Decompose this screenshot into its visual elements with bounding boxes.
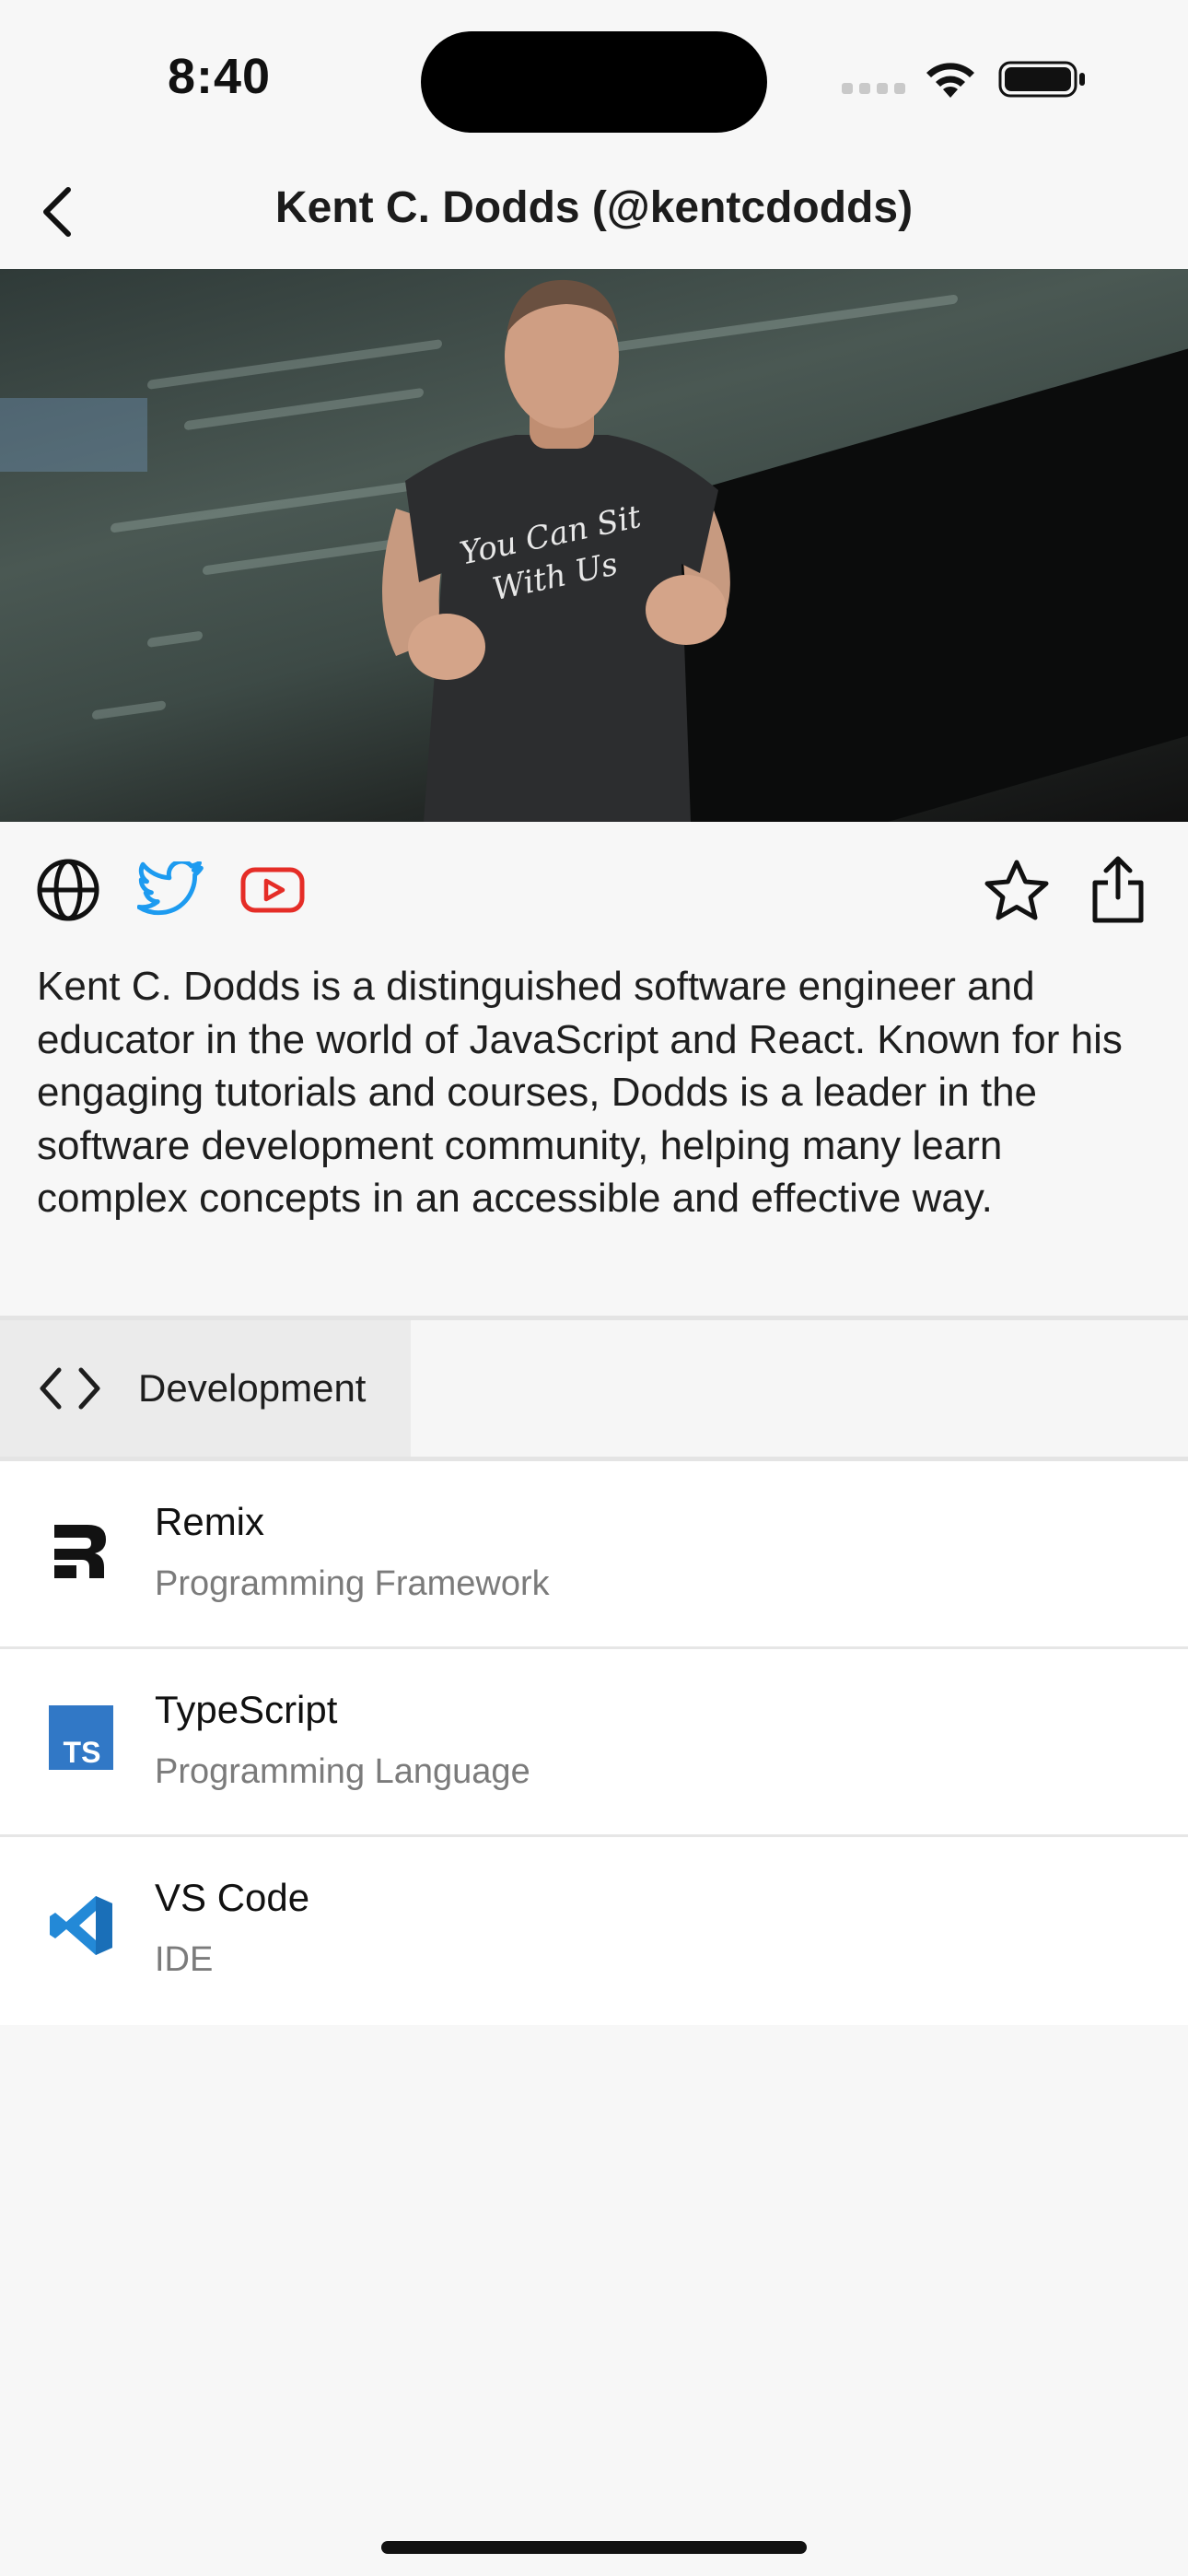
home-indicator[interactable] [381,2541,807,2554]
tool-name: TypeScript [155,1688,338,1731]
status-time: 8:40 [168,49,272,104]
page-title: Kent C. Dodds (@kentcdodds) [274,183,914,232]
globe-icon [37,859,99,921]
typescript-logo-icon: TS [48,1704,114,1771]
category-tab-bar: Development [0,1316,1188,1461]
tool-type: Programming Framework [155,1564,550,1603]
twitter-icon [137,861,204,916]
tool-type: IDE [155,1940,214,1979]
remix-logo-icon [48,1516,114,1583]
screen-highlight [0,398,147,472]
code-icon [40,1367,100,1410]
cellular-signal-icon [842,83,906,96]
star-icon [984,860,1049,920]
youtube-button[interactable] [236,853,309,927]
list-item-remix[interactable]: Remix Programming Framework [0,1461,1188,1649]
tab-development[interactable]: Development [0,1320,411,1457]
share-button[interactable] [1081,853,1155,927]
battery-icon [998,61,1085,98]
speaker-figure: You Can Sit With Us [382,279,730,822]
list-item-typescript[interactable]: TS TypeScript Programming Language [0,1649,1188,1837]
profile-photo: You Can Sit With Us [0,269,1188,822]
tool-list: Remix Programming Framework TS TypeScrip… [0,1461,1188,2025]
share-icon [1092,856,1144,923]
wifi-icon [926,63,974,98]
status-bar: 8:40 [0,0,1188,157]
dynamic-island [421,31,767,133]
tab-label: Development [138,1366,367,1410]
tool-type: Programming Language [155,1752,530,1791]
website-button[interactable] [31,853,105,927]
nav-bar: Kent C. Dodds (@kentcdodds) [0,157,1188,269]
tool-name: VS Code [155,1876,310,1919]
tool-name: Remix [155,1500,265,1543]
svg-text:TS: TS [64,1736,101,1769]
favorite-button[interactable] [980,853,1054,927]
list-item-vscode[interactable]: VS Code IDE [0,1837,1188,2025]
bio-text: Kent C. Dodds is a distinguished softwar… [37,964,1123,1221]
vscode-logo-icon [48,1892,114,1959]
social-links-row [0,822,1188,960]
twitter-button[interactable] [134,853,208,927]
youtube-icon [240,867,305,913]
